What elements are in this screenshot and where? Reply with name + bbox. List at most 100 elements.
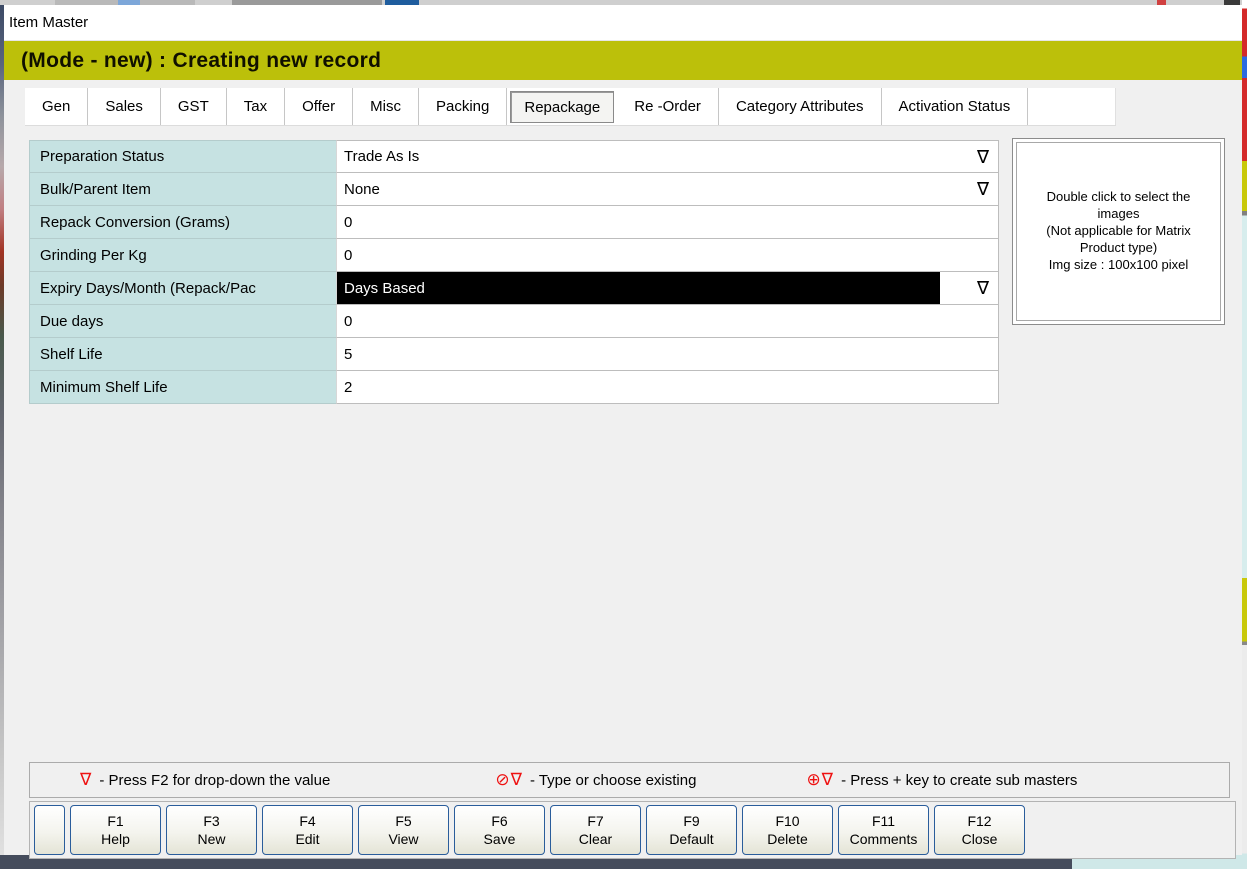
- type-or-choose-legend-icon: ⊘∇: [495, 770, 523, 789]
- button-label: Edit: [295, 831, 320, 847]
- selected-value-highlight[interactable]: Days Based: [337, 272, 940, 304]
- clear-button[interactable]: F7 Clear: [550, 805, 641, 855]
- field-value: 0: [344, 312, 353, 330]
- sub-masters-legend-icon: ⊕∇: [806, 770, 835, 789]
- mode-banner: (Mode - new) : Creating new record: [4, 41, 1242, 80]
- tab-gen[interactable]: Gen: [25, 88, 89, 125]
- legend-text: - Press + key to create sub masters: [841, 771, 1078, 789]
- view-button[interactable]: F5 View: [358, 805, 449, 855]
- image-panel-text: Double click to select the images: [1046, 189, 1191, 222]
- field-value: 5: [344, 345, 353, 363]
- button-label: Help: [101, 831, 130, 847]
- tab-packing[interactable]: Packing: [419, 88, 508, 125]
- form-row-minimum-shelf-life: Minimum Shelf Life 2: [29, 371, 999, 404]
- button-label: Delete: [767, 831, 808, 847]
- legend-text: - Type or choose existing: [529, 771, 697, 789]
- tab-category-attributes[interactable]: Category Attributes: [719, 88, 882, 125]
- help-button[interactable]: F1 Help: [70, 805, 161, 855]
- tab-misc[interactable]: Misc: [353, 88, 419, 125]
- button-label: Clear: [578, 831, 613, 847]
- close-button[interactable]: F12 Close: [934, 805, 1025, 855]
- repackage-form: Preparation Status Trade As Is ∇ Bulk/Pa…: [29, 140, 999, 404]
- field-value: 0: [344, 213, 353, 231]
- field-value: Trade As Is: [344, 148, 420, 165]
- default-button[interactable]: F9 Default: [646, 805, 737, 855]
- button-key: F5: [395, 812, 412, 829]
- preparation-status-field[interactable]: Trade As Is ∇: [336, 140, 999, 173]
- button-key: F3: [203, 812, 220, 829]
- tab-gst[interactable]: GST: [161, 88, 227, 125]
- field-value: Days Based: [344, 279, 425, 297]
- mode-banner-text: (Mode - new) : Creating new record: [21, 48, 382, 72]
- tab-tax[interactable]: Tax: [227, 88, 286, 125]
- expiry-days-month-field[interactable]: Days Based ∇: [336, 272, 999, 305]
- legend-bar: ∇ - Press F2 for drop-down the value ⊘∇ …: [29, 762, 1230, 798]
- grinding-per-kg-field[interactable]: 0: [336, 239, 999, 272]
- button-label: Save: [483, 831, 516, 847]
- legend-item-dropdown: ∇ - Press F2 for drop-down the value: [80, 770, 330, 790]
- save-button[interactable]: F6 Save: [454, 805, 545, 855]
- field-value: 2: [344, 378, 353, 396]
- due-days-field[interactable]: 0: [336, 305, 999, 338]
- form-row-expiry-days-month: Expiry Days/Month (Repack/Pac Days Based…: [29, 272, 999, 305]
- function-key-toolbar: F1 Help F3 New F4 Edit F5 View F6 Save F…: [29, 801, 1236, 859]
- blank-button[interactable]: [34, 805, 65, 855]
- button-key: F7: [587, 812, 604, 829]
- form-row-repack-conversion: Repack Conversion (Grams) 0: [29, 206, 999, 239]
- image-panel-text: (Not applicable for Matrix Product type): [1046, 223, 1191, 255]
- field-label: Expiry Days/Month (Repack/Pac: [29, 272, 336, 305]
- form-row-grinding-per-kg: Grinding Per Kg 0: [29, 239, 999, 272]
- minimum-shelf-life-field[interactable]: 2: [336, 371, 999, 404]
- image-select-panel[interactable]: Double click to select the images (Not a…: [1012, 138, 1225, 325]
- window-title: Item Master: [9, 14, 89, 31]
- button-key: F11: [871, 812, 896, 829]
- button-label: Default: [669, 831, 714, 847]
- button-label: View: [388, 831, 419, 847]
- form-row-due-days: Due days 0: [29, 305, 999, 338]
- tab-repackage[interactable]: Repackage: [510, 91, 615, 123]
- button-key: F10: [775, 812, 800, 829]
- button-label: Close: [961, 831, 998, 847]
- legend-item-sub-masters: ⊕∇ - Press + key to create sub masters: [806, 770, 1077, 790]
- shelf-life-field[interactable]: 5: [336, 338, 999, 371]
- dropdown-icon[interactable]: ∇: [977, 180, 989, 198]
- new-button[interactable]: F3 New: [166, 805, 257, 855]
- legend-item-type-or-choose: ⊘∇ - Type or choose existing: [495, 770, 696, 790]
- edit-button[interactable]: F4 Edit: [262, 805, 353, 855]
- form-row-preparation-status: Preparation Status Trade As Is ∇: [29, 140, 999, 173]
- window-title-bar: Item Master: [4, 5, 1242, 41]
- field-label: Shelf Life: [29, 338, 336, 371]
- tab-bar-spacer: [1028, 88, 1117, 125]
- button-label: New: [197, 831, 226, 847]
- dropdown-icon[interactable]: ∇: [977, 148, 989, 166]
- field-label: Preparation Status: [29, 140, 336, 173]
- button-key: F12: [967, 812, 992, 829]
- dropdown-legend-icon: ∇: [80, 770, 93, 789]
- field-label: Repack Conversion (Grams): [29, 206, 336, 239]
- form-row-bulk-parent-item: Bulk/Parent Item None ∇: [29, 173, 999, 206]
- tab-sales[interactable]: Sales: [88, 88, 161, 125]
- bulk-parent-item-field[interactable]: None ∇: [336, 173, 999, 206]
- repack-conversion-field[interactable]: 0: [336, 206, 999, 239]
- field-label: Due days: [29, 305, 336, 338]
- image-select-panel-inner: Double click to select the images (Not a…: [1016, 142, 1221, 321]
- button-key: F6: [491, 812, 508, 829]
- form-row-shelf-life: Shelf Life 5: [29, 338, 999, 371]
- comments-button[interactable]: F11 Comments: [838, 805, 929, 855]
- legend-text: - Press F2 for drop-down the value: [99, 771, 331, 789]
- image-panel-text: Img size : 100x100 pixel: [1048, 256, 1189, 272]
- tab-bar: Gen Sales GST Tax Offer Misc Packing Rep…: [25, 88, 1117, 126]
- button-key: F9: [683, 812, 700, 829]
- button-key: F1: [107, 812, 124, 829]
- tab-offer[interactable]: Offer: [285, 88, 354, 125]
- tab-activation-status[interactable]: Activation Status: [882, 88, 1029, 125]
- delete-button[interactable]: F10 Delete: [742, 805, 833, 855]
- field-label: Bulk/Parent Item: [29, 173, 336, 206]
- tab-re-order[interactable]: Re -Order: [617, 88, 719, 125]
- field-value: None: [344, 180, 380, 198]
- button-label: Comments: [849, 831, 918, 847]
- field-label: Grinding Per Kg: [29, 239, 336, 272]
- field-value: 0: [344, 246, 353, 264]
- dropdown-icon[interactable]: ∇: [977, 279, 989, 297]
- field-label: Minimum Shelf Life: [29, 371, 336, 404]
